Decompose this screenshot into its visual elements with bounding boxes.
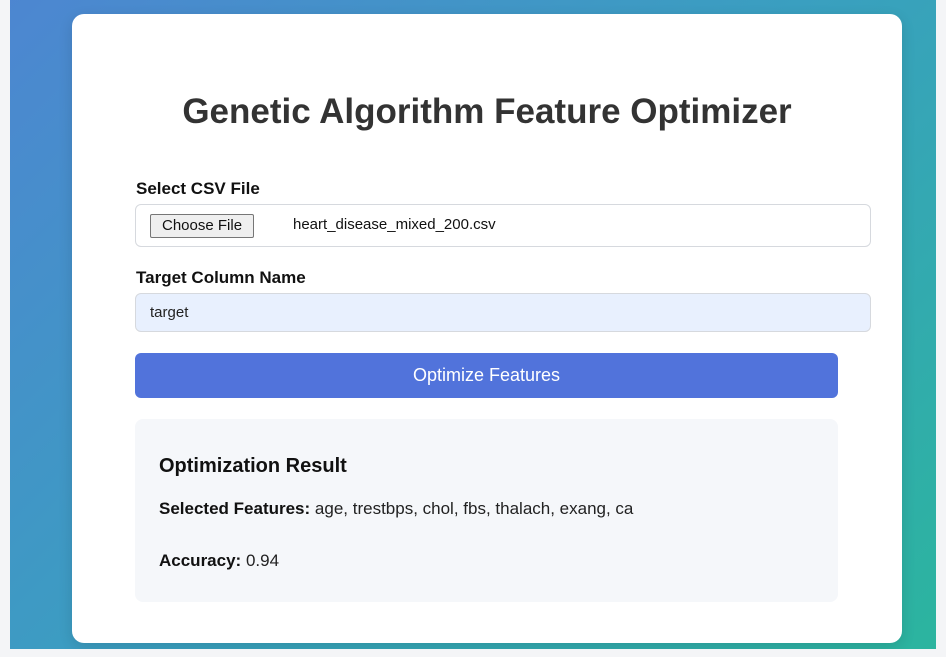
- page-title: Genetic Algorithm Feature Optimizer: [72, 92, 902, 132]
- target-column-label: Target Column Name: [136, 268, 306, 287]
- selected-file-name: heart_disease_mixed_200.csv: [293, 216, 496, 233]
- target-column-input[interactable]: [135, 293, 871, 332]
- csv-file-label: Select CSV File: [136, 179, 260, 198]
- choose-file-button[interactable]: Choose File: [150, 214, 255, 238]
- optimize-features-button[interactable]: Optimize Features: [135, 353, 838, 398]
- main-card: Genetic Algorithm Feature Optimizer Sele…: [72, 14, 902, 643]
- file-input[interactable]: Choose File heart_disease_mixed_200.csv: [135, 204, 871, 247]
- accuracy-line: Accuracy: 0.94: [159, 551, 779, 571]
- page-title-text: Genetic Algorithm Feature Optimizer: [182, 92, 792, 131]
- accuracy-label: Accuracy:: [159, 551, 242, 570]
- selected-features-value: age, trestbps, chol, fbs, thalach, exang…: [314, 499, 634, 518]
- accuracy-value: 0.94: [245, 551, 280, 570]
- selected-features-label: Selected Features:: [159, 499, 311, 518]
- selected-features-line: Selected Features: age, trestbps, chol, …: [159, 499, 779, 519]
- result-panel: Optimization Result Selected Features: a…: [135, 419, 838, 602]
- result-title: Optimization Result: [159, 455, 347, 477]
